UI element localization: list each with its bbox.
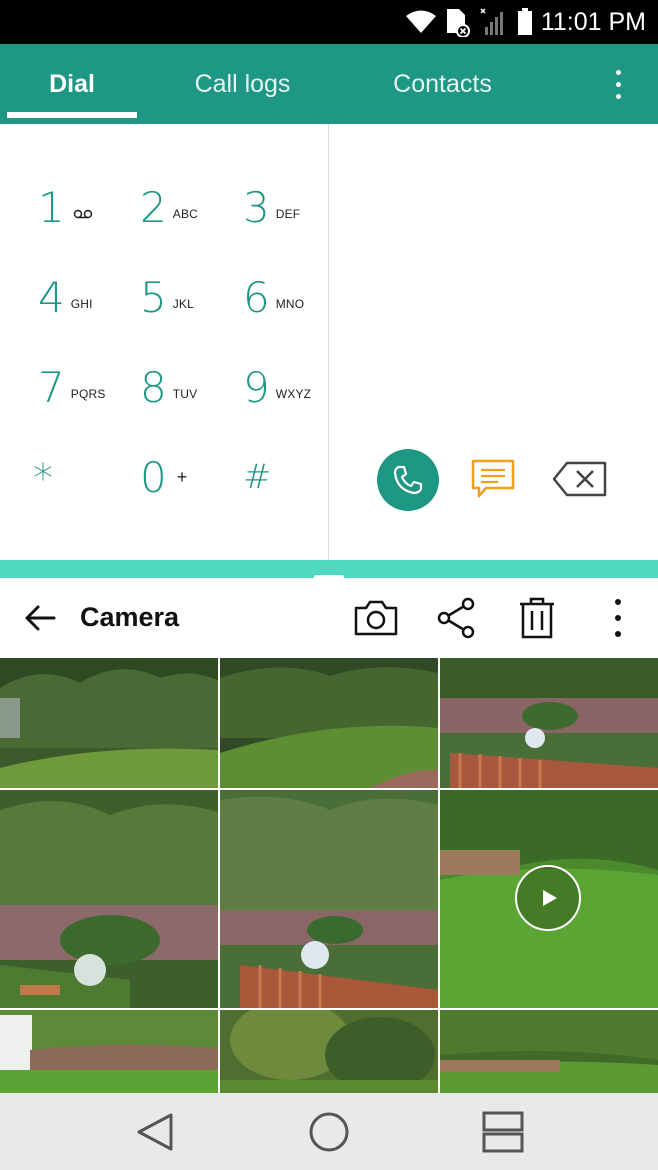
tab-contacts[interactable]: Contacts [360, 44, 525, 124]
dial-key-2[interactable]: 2 ABC [140, 172, 240, 242]
photo-thumbnail[interactable] [0, 1010, 218, 1093]
photo-thumbnail[interactable] [220, 658, 438, 788]
photo-grid [0, 658, 658, 1093]
navigation-bar [0, 1093, 658, 1170]
dialpad: 1 2 ABC 3 DEF 4 GHI 5 JKL 6 MNO 7 PQRS 8 TUV 9W… [0, 124, 328, 560]
clock: 11:01 PM [540, 7, 646, 36]
dial-key-1[interactable]: 1 [38, 172, 138, 242]
photo-thumbnail[interactable] [220, 1010, 438, 1093]
dial-key-7[interactable]: 7 PQRS [38, 352, 138, 422]
trash-icon[interactable] [513, 594, 561, 642]
dial-key-5[interactable]: 5 JKL [140, 262, 240, 332]
dial-key-4[interactable]: 4 GHI [38, 262, 138, 332]
battery-icon [517, 8, 532, 35]
active-tab-indicator [7, 112, 137, 118]
photo-thumbnail[interactable] [0, 658, 218, 788]
dial-key-star[interactable]: * [33, 444, 133, 514]
gallery-title: Camera [80, 602, 180, 632]
gallery-header: Camera [0, 578, 658, 658]
number-display[interactable] [329, 124, 658, 434]
photo-thumbnail[interactable] [440, 1010, 658, 1093]
photo-thumbnail[interactable] [440, 658, 658, 788]
status-bar: 11:01 PM [0, 0, 658, 44]
recents-icon[interactable] [478, 1107, 528, 1157]
call-button[interactable] [377, 449, 439, 511]
backspace-icon [552, 461, 607, 497]
wifi-icon [405, 10, 436, 33]
dial-key-8[interactable]: 8 TUV [140, 352, 240, 422]
photo-thumbnail[interactable] [0, 790, 218, 1008]
signal-icon [480, 8, 503, 35]
camera-icon[interactable] [352, 594, 400, 642]
play-icon [515, 865, 581, 931]
back-arrow-icon[interactable] [20, 598, 60, 638]
more-options-icon[interactable] [598, 62, 638, 106]
back-icon[interactable] [131, 1107, 181, 1157]
photo-thumbnail[interactable] [220, 790, 438, 1008]
message-icon [471, 459, 515, 498]
message-button[interactable] [470, 458, 516, 500]
more-icon[interactable] [596, 594, 644, 642]
backspace-button[interactable] [552, 460, 608, 498]
share-icon[interactable] [432, 594, 480, 642]
voicemail-icon [73, 209, 92, 219]
dialer-tab-bar: Dial Call logs Contacts [0, 44, 658, 124]
call-icon [393, 465, 423, 495]
home-icon[interactable] [304, 1107, 354, 1157]
video-thumbnail[interactable] [440, 790, 658, 1008]
sim-error-icon [446, 9, 470, 37]
tab-call-logs[interactable]: Call logs [160, 44, 325, 124]
dial-key-0[interactable]: 0 + [140, 442, 240, 512]
